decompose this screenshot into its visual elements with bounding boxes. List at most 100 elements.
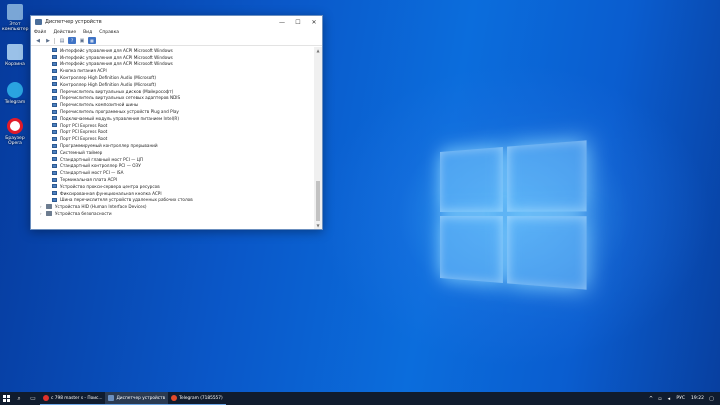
system-device-icon bbox=[52, 177, 57, 182]
system-device-icon bbox=[52, 109, 57, 114]
maximize-button[interactable]: ☐ bbox=[290, 16, 306, 28]
system-device-icon bbox=[52, 123, 57, 128]
task-view-button[interactable]: ▭ bbox=[26, 392, 40, 405]
title-bar[interactable]: Диспетчер устройств — ☐ ✕ bbox=[31, 16, 322, 28]
device-manager-icon bbox=[108, 395, 115, 401]
system-device-icon bbox=[52, 136, 57, 141]
recycle-bin-icon bbox=[7, 44, 23, 60]
system-device-icon bbox=[52, 191, 57, 196]
device-row[interactable]: Шина перечислителя устройств удаленных р… bbox=[31, 197, 314, 204]
close-button[interactable]: ✕ bbox=[306, 16, 322, 28]
device-row[interactable]: Терминальная плата ACPI bbox=[31, 176, 314, 183]
telegram-icon bbox=[7, 82, 23, 98]
windows-logo bbox=[440, 140, 587, 290]
scroll-thumb[interactable] bbox=[316, 181, 320, 221]
system-device-icon bbox=[52, 150, 57, 155]
view-icon[interactable]: ▦ bbox=[88, 37, 96, 44]
system-device-icon bbox=[52, 197, 57, 202]
system-device-icon bbox=[52, 89, 57, 94]
forward-icon[interactable]: ▶ bbox=[44, 37, 52, 44]
system-device-icon bbox=[52, 48, 57, 53]
task-view-icon: ▭ bbox=[30, 395, 36, 402]
device-row[interactable]: Контроллер High Definition Audio (Micros… bbox=[31, 74, 314, 81]
system-device-icon bbox=[52, 129, 57, 134]
taskbar-app-opera[interactable]: с 798 master s - Поис... bbox=[40, 392, 106, 405]
opera-icon bbox=[43, 395, 49, 401]
network-icon[interactable]: ▫ bbox=[657, 396, 662, 402]
scroll-up-icon[interactable]: ▲ bbox=[314, 47, 322, 54]
system-device-icon bbox=[52, 184, 57, 189]
device-row[interactable]: Интерфейс управления для ACPI Microsoft … bbox=[31, 47, 314, 54]
system-device-icon bbox=[52, 95, 57, 100]
device-row[interactable]: Порт PCI Express Root bbox=[31, 122, 314, 129]
device-row[interactable]: Контроллер High Definition Audio (Micros… bbox=[31, 81, 314, 88]
system-device-icon bbox=[52, 68, 57, 73]
properties-icon[interactable]: ▤ bbox=[58, 37, 66, 44]
device-row[interactable]: Порт PCI Express Root bbox=[31, 135, 314, 142]
clock[interactable]: 19:22 bbox=[691, 396, 704, 401]
desktop-icon-this-pc[interactable]: Этот компьютер bbox=[2, 4, 29, 32]
device-row[interactable]: Перечислитель виртуальных сетевых адапте… bbox=[31, 95, 314, 102]
device-row[interactable]: Перечислитель виртуальных дисков (Майкро… bbox=[31, 88, 314, 95]
system-device-icon bbox=[52, 116, 57, 121]
device-row[interactable]: Интерфейс управления для ACPI Microsoft … bbox=[31, 61, 314, 68]
device-row[interactable]: Системный таймер bbox=[31, 149, 314, 156]
device-manager-window: Диспетчер устройств — ☐ ✕ Файл Действие … bbox=[30, 15, 323, 230]
taskbar-app-device-manager[interactable]: Диспетчер устройств bbox=[105, 392, 169, 405]
device-row[interactable]: Фиксированная функциональная кнопка ACPI bbox=[31, 190, 314, 197]
device-row[interactable]: Стандартный мост PCI — ISA bbox=[31, 169, 314, 176]
start-button[interactable] bbox=[0, 392, 12, 405]
security-device-icon bbox=[46, 211, 52, 216]
language-indicator[interactable]: РУС bbox=[676, 396, 685, 401]
desktop-icon-telegram[interactable]: Telegram bbox=[2, 82, 28, 105]
device-row[interactable]: Стандартный контроллер PCI — ОЗУ bbox=[31, 163, 314, 170]
system-device-icon bbox=[52, 61, 57, 66]
back-icon[interactable]: ◀ bbox=[34, 37, 42, 44]
volume-icon[interactable]: ◂ bbox=[666, 396, 671, 402]
device-row[interactable]: Кнопка питания ACPI bbox=[31, 67, 314, 74]
opera-icon bbox=[7, 118, 23, 134]
taskbar-app-telegram[interactable]: Telegram (7185557) bbox=[168, 392, 226, 405]
menu-file[interactable]: Файл bbox=[34, 30, 46, 35]
device-tree: Интерфейс управления для ACPI Microsoft … bbox=[31, 47, 314, 229]
system-device-icon bbox=[52, 102, 57, 107]
device-row[interactable]: Перечислитель программных устройств Plug… bbox=[31, 108, 314, 115]
scroll-down-icon[interactable]: ▼ bbox=[314, 222, 322, 229]
system-device-icon bbox=[52, 157, 57, 162]
system-device-icon bbox=[52, 75, 57, 80]
desktop-icon-recycle-bin[interactable]: Корзина bbox=[2, 44, 28, 67]
category-row-security[interactable]: › Устройства безопасности bbox=[31, 210, 314, 217]
device-manager-icon bbox=[35, 19, 42, 25]
menu-action[interactable]: Действие bbox=[53, 30, 76, 35]
device-row[interactable]: Интерфейс управления для ACPI Microsoft … bbox=[31, 54, 314, 61]
search-button[interactable]: ⌕ bbox=[12, 392, 26, 405]
minimize-button[interactable]: — bbox=[274, 16, 290, 28]
category-row-hid[interactable]: › Устройства HID (Human Interface Devices… bbox=[31, 203, 314, 210]
windows-start-icon bbox=[2, 395, 10, 402]
device-row[interactable]: Перечислитель композитной шины bbox=[31, 101, 314, 108]
toolbar: ◀ ▶ ▤ ? ▣ ▦ bbox=[31, 36, 322, 46]
tray-chevron-icon[interactable]: ^ bbox=[648, 396, 653, 402]
system-device-icon bbox=[52, 55, 57, 60]
desktop-icon-opera[interactable]: Браузер Opera bbox=[2, 118, 28, 146]
toolbar-divider bbox=[54, 37, 55, 44]
menu-view[interactable]: Вид bbox=[83, 30, 92, 35]
hid-icon bbox=[46, 204, 52, 209]
computer-icon bbox=[7, 4, 23, 20]
taskbar: ⌕ ▭ с 798 master s - Поис... Диспетчер у… bbox=[0, 392, 720, 405]
notification-icon[interactable]: ▢ bbox=[709, 396, 714, 402]
vertical-scrollbar[interactable]: ▲ ▼ bbox=[314, 47, 322, 229]
menu-help[interactable]: Справка bbox=[99, 30, 119, 35]
device-row[interactable]: Устройство прокси-сервера центра ресурсо… bbox=[31, 183, 314, 190]
search-icon: ⌕ bbox=[17, 394, 21, 402]
system-device-icon bbox=[52, 82, 57, 87]
system-device-icon bbox=[52, 163, 57, 168]
device-row[interactable]: Стандартный главный мост PCI — ЦП bbox=[31, 156, 314, 163]
update-driver-icon[interactable]: ▣ bbox=[78, 37, 86, 44]
telegram-icon bbox=[171, 395, 178, 401]
device-row[interactable]: Программируемый контроллер прерываний bbox=[31, 142, 314, 149]
help-icon[interactable]: ? bbox=[68, 37, 76, 44]
window-title: Диспетчер устройств bbox=[45, 19, 102, 25]
device-row[interactable]: Порт PCI Express Root bbox=[31, 129, 314, 136]
device-row[interactable]: Подключаемый модуль управления питанием … bbox=[31, 115, 314, 122]
